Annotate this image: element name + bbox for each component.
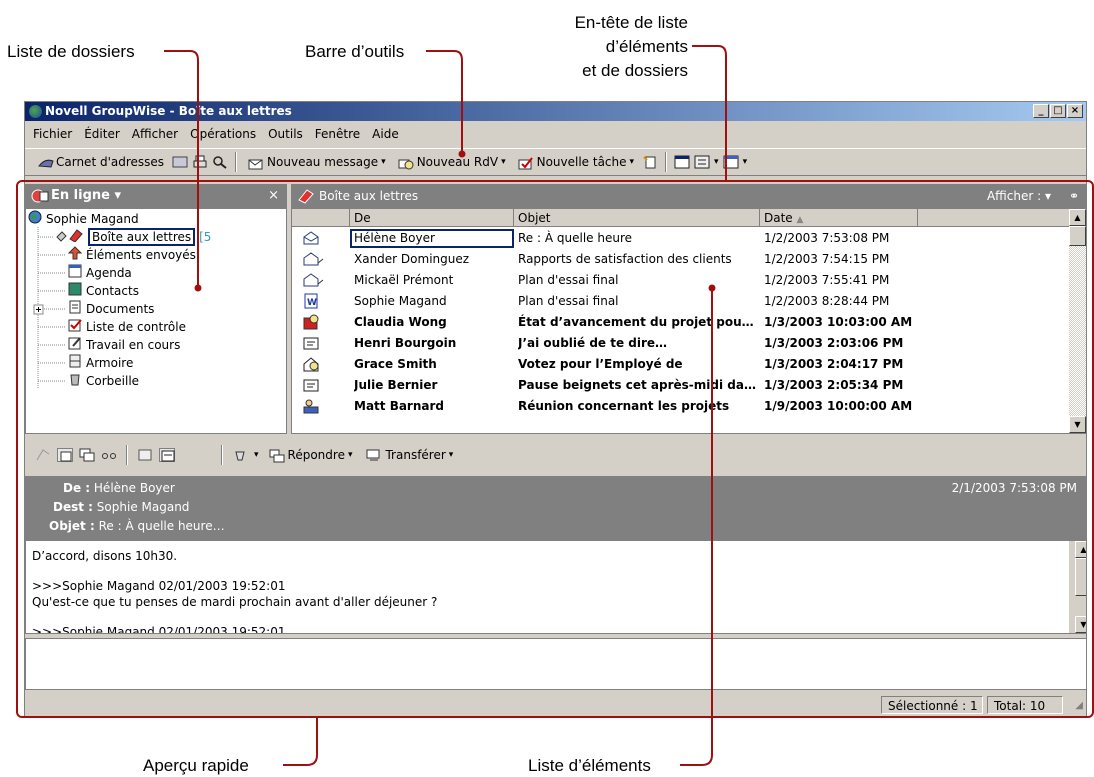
leader-header (692, 45, 727, 180)
leader-folder-list (164, 50, 199, 285)
leader-quick-viewer (283, 718, 318, 766)
leader-dot (194, 284, 202, 292)
callout-lines (164, 45, 727, 766)
leader-dot (458, 150, 466, 158)
leader-item-list (680, 290, 713, 766)
leader-dot (708, 284, 716, 292)
leader-toolbar (426, 50, 463, 153)
